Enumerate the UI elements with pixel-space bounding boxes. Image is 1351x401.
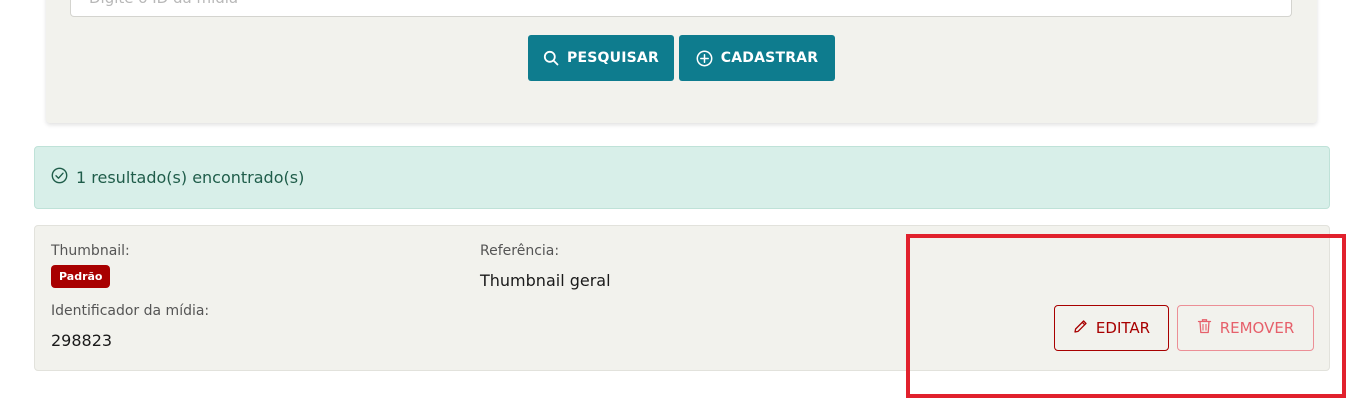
remove-button[interactable]: REMOVER (1177, 305, 1314, 351)
pencil-icon (1073, 319, 1088, 338)
register-button-label: CADASTRAR (720, 50, 819, 66)
default-badge: Padrão (51, 265, 111, 288)
register-button[interactable]: CADASTRAR (679, 35, 835, 81)
media-id-value: 298823 (51, 331, 113, 350)
search-button[interactable]: PESQUISAR (528, 35, 674, 81)
media-result-card: Thumbnail: Padrão Identificador da mídia… (34, 225, 1330, 371)
reference-value: Thumbnail geral (480, 271, 611, 290)
trash-icon (1197, 318, 1212, 338)
media-id-label: Identificador da mídia: (51, 303, 210, 319)
plus-circle-icon (696, 50, 713, 67)
check-circle-icon (51, 167, 68, 188)
media-id-search-input[interactable] (70, 0, 1292, 17)
edit-button[interactable]: EDITAR (1054, 305, 1169, 351)
results-count-alert: 1 resultado(s) encontrado(s) (34, 146, 1330, 209)
remove-button-label: REMOVER (1219, 319, 1295, 337)
thumbnail-label: Thumbnail: (51, 243, 130, 259)
search-button-label: PESQUISAR (567, 50, 659, 66)
results-count-text: 1 resultado(s) encontrado(s) (76, 168, 305, 187)
edit-button-label: EDITAR (1095, 319, 1151, 337)
reference-label: Referência: (480, 243, 560, 259)
media-search-page: PESQUISAR CADASTRAR 1 resultado(s) encon… (0, 0, 1351, 401)
search-icon (543, 50, 559, 66)
search-panel: PESQUISAR CADASTRAR (46, 0, 1317, 123)
